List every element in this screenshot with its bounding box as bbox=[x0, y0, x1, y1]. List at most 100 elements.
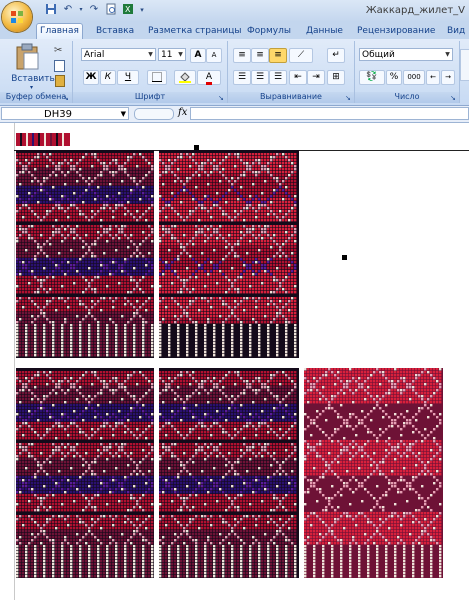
number-launcher-icon[interactable]: ↘ bbox=[450, 95, 457, 102]
clipboard-group: Вставить ▾ ✂ Буфер обмена ↘ bbox=[0, 41, 73, 103]
increase-indent-icon: ⇥ bbox=[312, 72, 320, 82]
formula-controls: fx bbox=[134, 107, 188, 120]
shrink-font-button[interactable]: A bbox=[206, 48, 222, 63]
chevron-down-icon: ▼ bbox=[178, 51, 183, 58]
cut-icon[interactable]: ✂ bbox=[54, 45, 62, 56]
align-left-button[interactable]: ☰ bbox=[233, 70, 251, 85]
bold-button[interactable]: Ж bbox=[83, 70, 99, 85]
italic-button[interactable]: К bbox=[100, 70, 116, 85]
tab-review[interactable]: Рецензирование bbox=[354, 24, 438, 39]
paste-icon bbox=[16, 43, 39, 70]
borders-icon bbox=[152, 72, 162, 82]
wrap-text-button[interactable]: ↵ bbox=[327, 48, 345, 63]
title-bar: ↶ ▾ ↷ X ▾ Жаккард_жилет_V bbox=[0, 0, 469, 32]
formula-bar: DH39 ▼ fx bbox=[0, 106, 469, 123]
currency-button[interactable]: 💱 bbox=[359, 70, 385, 85]
worksheet-area[interactable] bbox=[0, 123, 469, 600]
column-gridline bbox=[14, 123, 15, 600]
jacquard-chart-5 bbox=[304, 368, 443, 578]
font-name-value: Arial bbox=[84, 50, 105, 60]
increase-indent-button[interactable]: ⇥ bbox=[307, 70, 325, 85]
align-right-button[interactable]: ☰ bbox=[269, 70, 287, 85]
jacquard-chart-3 bbox=[16, 368, 154, 578]
currency-icon: 💱 bbox=[366, 72, 378, 82]
align-bottom-icon: ≡ bbox=[274, 50, 282, 60]
align-middle-icon: ≡ bbox=[256, 50, 264, 60]
tab-home[interactable]: Главная bbox=[36, 23, 83, 39]
percent-button[interactable]: % bbox=[386, 70, 402, 85]
increase-decimal-icon: ← bbox=[430, 73, 436, 81]
grow-font-button[interactable]: A bbox=[190, 48, 206, 63]
office-logo-icon bbox=[11, 11, 23, 23]
paste-dropdown-icon: ▾ bbox=[30, 84, 34, 91]
undo-icon[interactable]: ↶ bbox=[61, 3, 75, 17]
clipboard-launcher-icon[interactable]: ↘ bbox=[63, 95, 70, 102]
ribbon: Вставить ▾ ✂ Буфер обмена ↘ Arial ▼ 11 ▼… bbox=[0, 39, 469, 106]
save-icon[interactable] bbox=[44, 3, 58, 17]
ribbon-tabs: Главная Вставка Разметка страницы Формул… bbox=[0, 22, 469, 39]
increase-decimal-button[interactable]: ← bbox=[426, 70, 440, 85]
quick-access-toolbar: ↶ ▾ ↷ X ▾ bbox=[36, 3, 146, 17]
copy-icon[interactable] bbox=[54, 60, 65, 72]
align-top-button[interactable]: ≡ bbox=[233, 48, 251, 63]
font-group: Arial ▼ 11 ▼ A A Ж К Ч A Шрифт ↘ bbox=[73, 41, 228, 103]
excel-icon[interactable]: X bbox=[121, 3, 135, 17]
decrease-decimal-icon: → bbox=[445, 73, 451, 81]
font-group-label: Шрифт bbox=[73, 92, 227, 103]
tab-page-layout[interactable]: Разметка страницы bbox=[145, 24, 245, 39]
decrease-indent-button[interactable]: ⇤ bbox=[289, 70, 307, 85]
align-middle-button[interactable]: ≡ bbox=[251, 48, 269, 63]
align-center-icon: ☰ bbox=[255, 72, 265, 82]
font-size-value: 11 bbox=[161, 50, 173, 60]
number-group: Общий ▼ 💱 % 000 ← → Число ↘ bbox=[355, 41, 460, 103]
font-launcher-icon[interactable]: ↘ bbox=[218, 95, 225, 102]
align-bottom-button[interactable]: ≡ bbox=[269, 48, 287, 63]
formula-input[interactable] bbox=[190, 107, 469, 120]
fill-color-button[interactable] bbox=[174, 70, 196, 85]
merge-cells-button[interactable]: ⊞ bbox=[327, 70, 345, 85]
tab-data[interactable]: Данные bbox=[303, 24, 346, 39]
redo-icon[interactable]: ↷ bbox=[87, 3, 101, 17]
styles-group-partial bbox=[460, 49, 469, 81]
merge-cells-icon: ⊞ bbox=[332, 72, 340, 82]
chevron-down-icon: ▼ bbox=[148, 51, 153, 58]
align-top-icon: ≡ bbox=[238, 50, 246, 60]
thousands-button[interactable]: 000 bbox=[403, 70, 425, 85]
insert-function-icon[interactable]: fx bbox=[178, 107, 187, 118]
number-format-value: Общий bbox=[362, 50, 395, 60]
tab-formulas[interactable]: Формулы bbox=[244, 24, 294, 39]
number-format-combo[interactable]: Общий ▼ bbox=[359, 48, 453, 61]
print-preview-icon[interactable] bbox=[104, 3, 118, 17]
orientation-button[interactable]: ⟋ bbox=[289, 48, 313, 63]
chevron-down-icon: ▼ bbox=[120, 110, 126, 118]
undo-dropdown-icon[interactable]: ▾ bbox=[78, 3, 84, 17]
alignment-group: ≡ ≡ ≡ ⟋ ↵ ☰ ☰ ☰ ⇤ ⇥ ⊞ Выравнивание ↘ bbox=[228, 41, 355, 103]
borders-button[interactable] bbox=[147, 70, 167, 85]
tab-insert[interactable]: Вставка bbox=[93, 24, 137, 39]
selection-handle-right[interactable] bbox=[342, 255, 347, 260]
name-box[interactable]: DH39 ▼ bbox=[1, 107, 129, 120]
font-color-button[interactable]: A bbox=[197, 70, 221, 85]
align-right-icon: ☰ bbox=[273, 72, 283, 82]
alignment-group-label: Выравнивание bbox=[228, 92, 354, 103]
jacquard-chart-4 bbox=[159, 368, 299, 578]
font-name-combo[interactable]: Arial ▼ bbox=[81, 48, 156, 61]
document-title: Жаккард_жилет_V bbox=[365, 5, 465, 16]
tab-view[interactable]: Вид bbox=[444, 24, 468, 39]
orientation-icon: ⟋ bbox=[297, 50, 305, 60]
fill-bucket-icon bbox=[179, 72, 191, 83]
svg-text:X: X bbox=[125, 5, 131, 14]
formula-bar-splitter[interactable] bbox=[134, 108, 174, 120]
font-size-combo[interactable]: 11 ▼ bbox=[158, 48, 186, 61]
wrap-text-icon: ↵ bbox=[332, 50, 340, 60]
office-button[interactable] bbox=[2, 2, 32, 32]
paste-button[interactable]: Вставить ▾ bbox=[10, 43, 55, 91]
font-color-icon: A bbox=[205, 73, 213, 85]
chevron-down-icon: ▼ bbox=[445, 51, 450, 58]
format-painter-icon[interactable] bbox=[55, 75, 65, 87]
align-center-button[interactable]: ☰ bbox=[251, 70, 269, 85]
decrease-decimal-button[interactable]: → bbox=[441, 70, 455, 85]
underline-button[interactable]: Ч bbox=[117, 70, 139, 85]
customize-qat-icon[interactable]: ▾ bbox=[138, 3, 146, 17]
alignment-launcher-icon[interactable]: ↘ bbox=[345, 95, 352, 102]
